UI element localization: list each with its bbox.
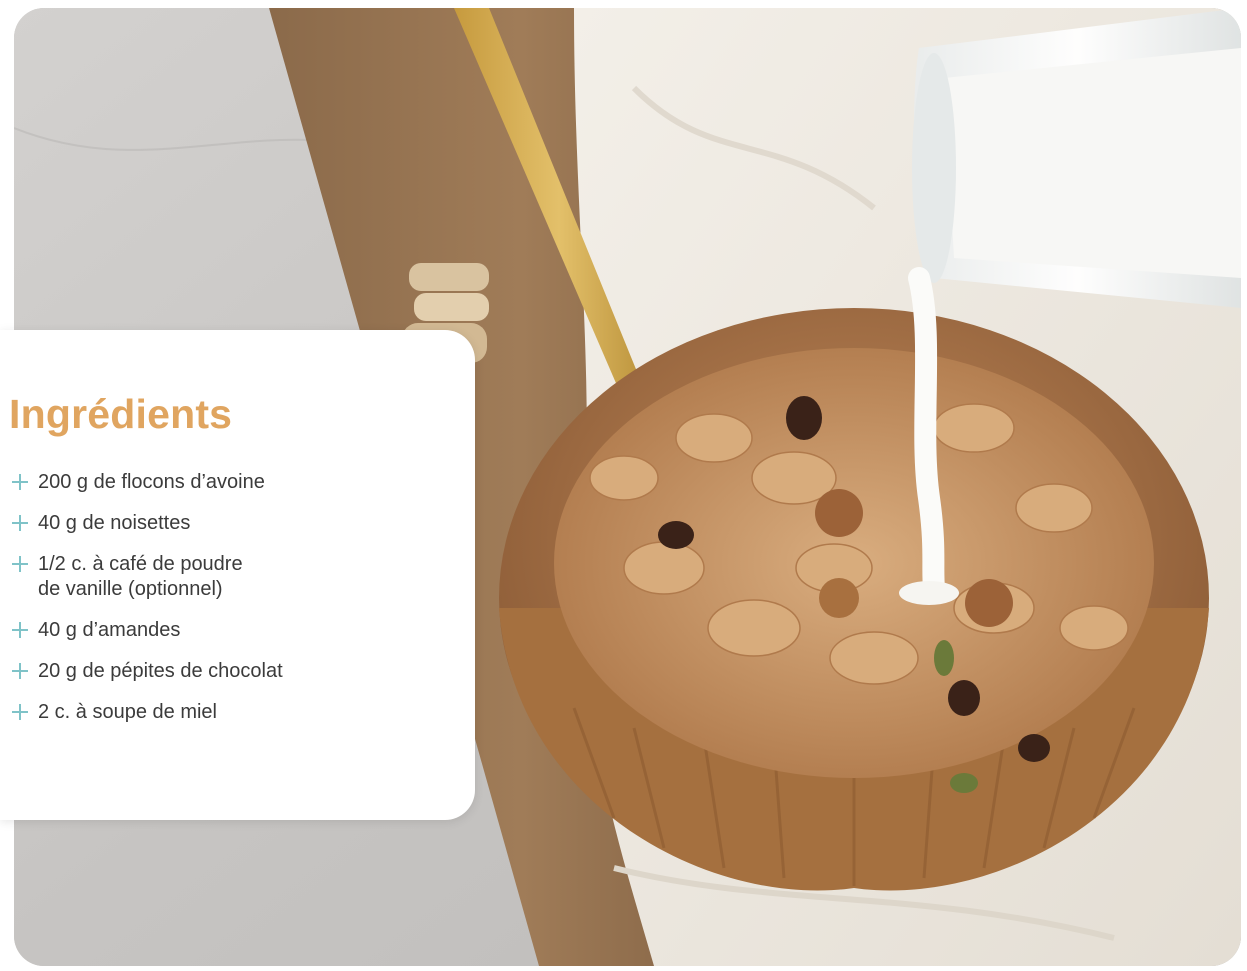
ingredient-item: 1/2 c. à café de poudre de vanille (opti… (10, 552, 460, 602)
ingredient-text: 20 g de pépites de chocolat (38, 660, 283, 682)
ingredient-text: 40 g d’amandes (38, 619, 181, 641)
ingredient-text: 2 c. à soupe de miel (38, 701, 217, 723)
plus-icon (10, 472, 30, 492)
plus-icon (10, 620, 30, 640)
ingredient-text: 40 g de noisettes (38, 512, 191, 534)
ingredient-item: 40 g de noisettes (10, 511, 460, 536)
ingredients-title: Ingrédients (9, 391, 233, 437)
ingredient-item: 2 c. à soupe de miel (10, 700, 460, 725)
ingredient-item: 40 g d’amandes (10, 618, 460, 643)
plus-icon (10, 661, 30, 681)
ingredient-text: 1/2 c. à café de poudre de vanille (opti… (38, 553, 243, 600)
page: Ingrédients 200 g de flocons d’avoine 40… (0, 0, 1247, 971)
ingredients-list: 200 g de flocons d’avoine 40 g de noiset… (10, 470, 460, 741)
ingredient-item: 20 g de pépites de chocolat (10, 659, 460, 684)
ingredient-text: 200 g de flocons d’avoine (38, 471, 265, 493)
ingredients-card: Ingrédients 200 g de flocons d’avoine 40… (0, 330, 475, 820)
plus-icon (10, 513, 30, 533)
ingredient-item: 200 g de flocons d’avoine (10, 470, 460, 495)
plus-icon (10, 702, 30, 722)
plus-icon (10, 554, 30, 574)
